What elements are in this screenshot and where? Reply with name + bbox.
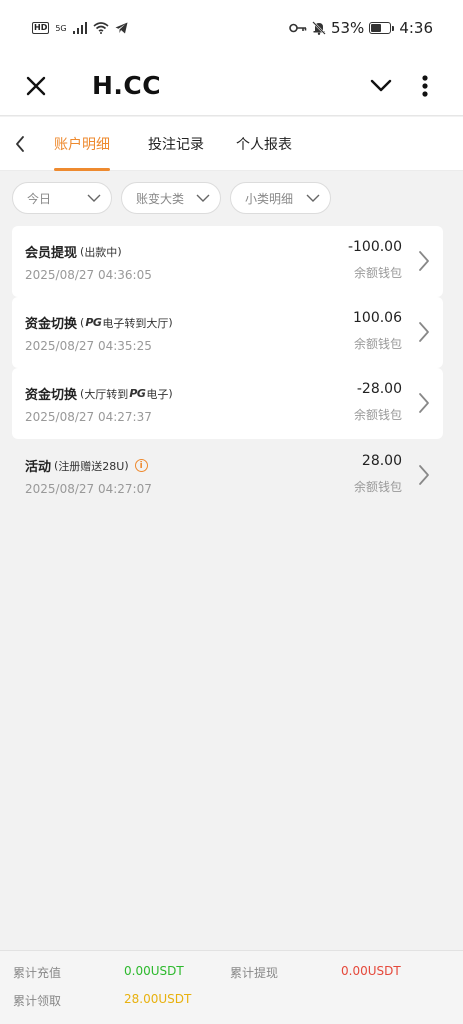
- hd-icon: HD: [32, 22, 50, 34]
- record-time: 2025/08/27 04:36:05: [25, 268, 152, 282]
- category-filter[interactable]: 账变大类: [121, 182, 221, 214]
- record-wallet: 余额钱包: [353, 337, 402, 351]
- list-item[interactable]: 活动 (注册赠送28U) i 2025/08/27 04:27:07 28.00…: [12, 440, 443, 511]
- record-subtitle: (大厅转到 PG 电子): [80, 387, 173, 401]
- record-title: 资金切换: [25, 317, 78, 332]
- withdraw-total-label: 累计提现: [230, 966, 279, 980]
- record-title-row: 会员提现 (出款中): [25, 242, 122, 261]
- chevron-right-icon: [419, 322, 429, 342]
- record-amount: 28.00: [361, 453, 402, 469]
- key-icon: [289, 23, 307, 33]
- filter-bar: 今日 账变大类 小类明细: [0, 182, 463, 216]
- record-wallet: 余额钱包: [353, 266, 402, 280]
- list-item[interactable]: 资金切换 (PG 电子转到大厅) 2025/08/27 04:35:25 100.…: [12, 297, 443, 368]
- status-bar: HD 5G 53% 4:36: [0, 0, 463, 56]
- back-chevron-icon: [16, 135, 24, 152]
- chevron-down-icon: [87, 194, 101, 202]
- signal-icon: [72, 22, 87, 34]
- list-item-wrapper: 活动 (注册赠送28U) i 2025/08/27 04:27:07 28.00…: [12, 440, 443, 511]
- record-amount: -28.00: [356, 381, 402, 397]
- record-subtitle: (出款中): [80, 245, 122, 259]
- list-item[interactable]: 资金切换 (大厅转到 PG 电子) 2025/08/27 04:27:37 -28.…: [12, 368, 443, 439]
- tabs-bar: 账户明细 投注记录 个人报表: [0, 117, 463, 171]
- record-title-row: 活动 (注册赠送28U) i: [25, 456, 148, 475]
- record-title: 会员提现: [25, 246, 78, 261]
- summary-footer: 累计充值 0.00USDT 累计提现 0.00USDT 累计领取 28.00US…: [0, 950, 463, 1024]
- claimed-total-value: 28.00USDT: [124, 992, 192, 1006]
- record-title-row: 资金切换 (大厅转到 PG 电子): [25, 384, 173, 403]
- chevron-right-icon: [419, 465, 429, 485]
- chevron-down-icon: [196, 194, 210, 202]
- tab-account-details[interactable]: 账户明细: [40, 117, 124, 171]
- expand-button[interactable]: [359, 56, 403, 116]
- category-filter-label: 账变大类: [136, 191, 185, 206]
- chevron-down-icon: [370, 79, 392, 91]
- wifi-icon: [93, 22, 109, 34]
- status-right: 53% 4:36: [289, 19, 433, 37]
- more-vertical-icon: [422, 74, 428, 97]
- more-button[interactable]: [403, 56, 447, 116]
- record-title-row: 资金切换 (PG 电子转到大厅): [25, 313, 173, 332]
- page-title: H.CC: [92, 71, 162, 100]
- tab-personal-report[interactable]: 个人报表: [222, 117, 306, 171]
- app-header: H.CC: [0, 56, 463, 116]
- back-button[interactable]: [0, 117, 40, 171]
- chevron-right-icon: [419, 251, 429, 271]
- signal-label: 5G: [55, 23, 67, 33]
- claimed-total-label: 累计领取: [13, 994, 62, 1008]
- record-title: 活动: [25, 460, 52, 475]
- mute-bell-icon: [312, 21, 326, 35]
- clock: 4:36: [399, 19, 433, 37]
- record-amount: -100.00: [347, 239, 402, 255]
- close-icon: [26, 76, 46, 95]
- header-actions: [359, 56, 447, 116]
- list-item-wrapper: 资金切换 (大厅转到 PG 电子) 2025/08/27 04:27:37 -28.…: [12, 368, 443, 439]
- subcategory-filter[interactable]: 小类明细: [230, 182, 331, 214]
- close-button[interactable]: [4, 56, 68, 116]
- chevron-right-icon: [419, 393, 429, 413]
- record-title: 资金切换: [25, 388, 78, 403]
- list-item[interactable]: 会员提现 (出款中) 2025/08/27 04:36:05 -100.00 余…: [12, 226, 443, 297]
- record-wallet: 余额钱包: [353, 480, 402, 494]
- list-item-wrapper: 资金切换 (PG 电子转到大厅) 2025/08/27 04:35:25 100.…: [12, 297, 443, 368]
- battery-percent: 53%: [330, 19, 365, 37]
- record-amount: 100.06: [353, 310, 402, 326]
- record-subtitle: (PG 电子转到大厅): [80, 316, 173, 330]
- battery-icon: [369, 22, 395, 34]
- tab-bet-records[interactable]: 投注记录: [134, 117, 218, 171]
- record-wallet: 余额钱包: [353, 408, 402, 422]
- pg-logo-text: PG: [129, 387, 146, 400]
- record-subtitle: (注册赠送28U): [54, 459, 129, 473]
- subcategory-filter-label: 小类明细: [245, 191, 294, 206]
- record-time: 2025/08/27 04:35:25: [25, 339, 152, 353]
- deposit-total-label: 累计充值: [13, 966, 62, 980]
- record-time: 2025/08/27 04:27:37: [25, 410, 152, 424]
- date-filter[interactable]: 今日: [12, 182, 112, 214]
- chevron-down-icon: [306, 194, 320, 202]
- status-left: HD 5G: [32, 22, 128, 34]
- info-icon[interactable]: i: [134, 459, 148, 472]
- withdraw-total-value: 0.00USDT: [341, 964, 401, 978]
- telegram-icon: [115, 22, 128, 34]
- deposit-total-value: 0.00USDT: [124, 964, 184, 978]
- date-filter-label: 今日: [27, 191, 52, 206]
- pg-logo-text: PG: [85, 316, 102, 329]
- record-time: 2025/08/27 04:27:07: [25, 482, 152, 496]
